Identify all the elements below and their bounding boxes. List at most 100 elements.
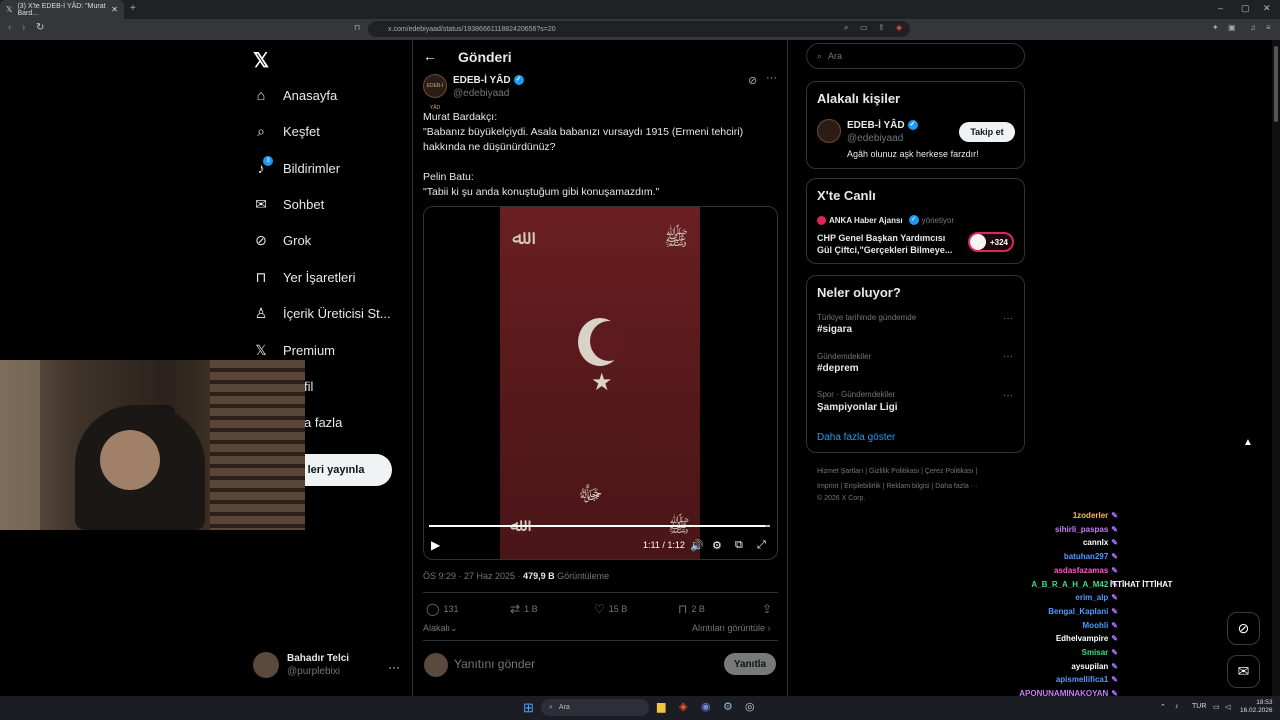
nav-label: Yer İşaretleri xyxy=(283,269,356,285)
chat-username: aysupilan xyxy=(1071,661,1109,671)
grok-explain-icon[interactable]: ⊘ xyxy=(748,74,757,87)
nav-bookmarks[interactable]: ⊓ Yer İşaretleri xyxy=(253,265,356,289)
more-options-icon[interactable]: ··· xyxy=(766,72,777,84)
crescent-shadow xyxy=(590,321,628,361)
forward-icon[interactable]: › xyxy=(22,22,25,33)
scrollbar-thumb[interactable] xyxy=(1274,46,1278,122)
trend-more-icon[interactable]: ··· xyxy=(1003,390,1013,401)
trend-item[interactable]: #deprem xyxy=(817,363,859,374)
grok-fab[interactable]: ⊘ xyxy=(1227,612,1260,645)
author-name[interactable]: EDEB-İ YÂD ✓ xyxy=(453,75,524,86)
brave-shield-icon[interactable]: ◈ xyxy=(896,23,902,32)
show-more-link[interactable]: Daha fazla göster xyxy=(817,432,895,443)
account-switcher[interactable]: Bahadır Telci @purplebixi xyxy=(253,652,349,678)
trend-more-icon[interactable]: ··· xyxy=(1003,351,1013,362)
taskbar-clock[interactable]: 18:53 16.02.2026 xyxy=(1240,699,1273,715)
nav-grok[interactable]: ⊘ Grok xyxy=(253,228,311,252)
discord-icon[interactable]: ◉ xyxy=(701,700,711,713)
steam-icon[interactable]: ⚙ xyxy=(723,700,733,713)
tray-chevron-icon[interactable]: ⌃ xyxy=(1160,703,1166,711)
tab-close-icon[interactable]: ✕ xyxy=(111,5,118,14)
nav-chat[interactable]: ✉ Sohbet xyxy=(253,192,324,216)
author-handle[interactable]: @edebiyaad xyxy=(453,88,509,99)
volume-icon[interactable]: 🔊 xyxy=(690,539,704,552)
mail-icon: ✉ xyxy=(255,195,267,212)
chat-message: asdasfazamas ✎ xyxy=(1000,566,1118,575)
mic-icon[interactable]: ♪ xyxy=(1175,703,1179,710)
live-headline[interactable]: CHP Genel Başkan Yardımcısı Gül Çiftci,"… xyxy=(817,232,962,256)
repost-action[interactable]: ⇄ 1 B xyxy=(510,602,538,616)
footer-links[interactable]: Hizmet Şartları | Gizlilik Politikası | … xyxy=(817,464,1025,479)
close-window-button[interactable]: ✕ xyxy=(1263,3,1271,14)
messages-fab[interactable]: ✉ xyxy=(1227,655,1260,688)
chat-badge-icon: ✎ xyxy=(1111,552,1118,562)
trend-more-icon[interactable]: ··· xyxy=(1003,313,1013,324)
calligraphy-mark: ﷺ xyxy=(668,516,690,537)
windows-start-icon[interactable]: ⊞ xyxy=(523,700,534,716)
pip-icon[interactable]: ⧉ xyxy=(735,539,743,552)
minimize-button[interactable]: – xyxy=(1218,3,1223,13)
share-icon[interactable]: ⇪ xyxy=(878,23,885,32)
trend-item[interactable]: Şampiyonlar Ligi xyxy=(817,402,898,413)
view-quotes-link[interactable]: Alıntıları görüntüle › xyxy=(692,623,771,633)
trend-item[interactable]: #sigara xyxy=(817,324,852,335)
nav-premium[interactable]: 𝕏 Premium xyxy=(253,338,335,362)
brave-icon[interactable]: ◈ xyxy=(679,700,687,713)
play-icon[interactable]: ▶ xyxy=(431,538,440,552)
reply-action[interactable]: ◯ 131 xyxy=(426,602,458,616)
reply-input[interactable] xyxy=(454,657,704,671)
repost-count: 1 B xyxy=(524,604,538,614)
bookmark-action[interactable]: ⊓ 2 B xyxy=(678,602,705,616)
like-action[interactable]: ♡ 15 B xyxy=(594,602,627,616)
url-field[interactable]: x.com/edebiyaad/status/19386661118824206… xyxy=(368,21,910,37)
bookmark-page-icon[interactable]: ⊓ xyxy=(354,23,360,32)
chat-username: A_B_R_A_H_A_M42 xyxy=(1031,579,1109,589)
x-logo[interactable]: 𝕏 xyxy=(253,48,269,73)
live-source[interactable]: ANKA Haber Ajansı ✓ yönetiyor xyxy=(817,215,954,225)
chat-message: sihirli_paspas ✎ xyxy=(1000,525,1118,534)
volume-icon[interactable]: ◁ xyxy=(1225,703,1230,711)
file-explorer-icon[interactable]: ▆ xyxy=(657,700,665,713)
cast-icon[interactable]: ▭ xyxy=(860,23,868,32)
chat-username: sihirli_paspas xyxy=(1054,524,1109,534)
follow-button[interactable]: Takip et xyxy=(959,122,1015,142)
nav-creator-studio[interactable]: ♙ İçerik Üreticisi St... xyxy=(253,301,391,325)
account-more-icon[interactable]: ··· xyxy=(388,660,400,674)
nav-home[interactable]: ⌂ Anasayfa xyxy=(253,83,337,107)
new-tab-button[interactable]: + xyxy=(130,3,136,14)
related-handle[interactable]: @edebiyaad xyxy=(847,133,903,144)
back-arrow-icon[interactable]: ← xyxy=(423,48,437,64)
extensions-icon[interactable]: ✦ xyxy=(1212,23,1219,32)
settings-icon[interactable]: ⚙ xyxy=(712,539,722,552)
author-avatar[interactable]: EDEB-İ YÂD xyxy=(423,74,447,111)
reply-icon: ◯ xyxy=(426,602,440,616)
sidebar-icon[interactable]: ▣ xyxy=(1228,23,1236,32)
share-action[interactable]: ⇪ xyxy=(762,602,772,616)
chat-message: apismellifica1 ✎ xyxy=(1000,675,1118,684)
scrollbar[interactable] xyxy=(1272,40,1280,696)
taskbar-search-label: Ara xyxy=(558,704,570,711)
maximize-button[interactable]: ▢ xyxy=(1241,3,1250,14)
back-icon[interactable]: ‹ xyxy=(8,22,11,33)
view-count: 479,9 B xyxy=(523,571,555,581)
browser-tab[interactable]: 𝕏 (3) X'te EDEB-İ YÂD: "Murat Bard... ✕ xyxy=(0,0,124,19)
zoom-icon[interactable]: ⌕ xyxy=(844,23,848,33)
card-title: X'te Canlı xyxy=(817,188,876,203)
reply-button[interactable]: Yanıtla xyxy=(724,653,776,675)
obs-icon[interactable]: ◎ xyxy=(745,700,755,713)
language-indicator[interactable]: TUR xyxy=(1192,703,1206,710)
avatar[interactable] xyxy=(817,119,841,143)
chat-badge-icon: ✎ xyxy=(1111,524,1118,534)
taskbar-search[interactable]: ⌕ Ara xyxy=(541,699,649,716)
menu-icon[interactable]: ≡ xyxy=(1266,23,1271,32)
reload-icon[interactable]: ↻ xyxy=(36,22,44,33)
fullscreen-icon[interactable]: ⤢ xyxy=(757,539,766,552)
video-progress-track[interactable] xyxy=(429,525,770,527)
nav-explore[interactable]: ⌕ Keşfet xyxy=(253,119,320,143)
related-name[interactable]: EDEB-İ YÂD ✓ xyxy=(847,120,918,131)
search-input[interactable]: ⌕ Ara xyxy=(806,43,1025,69)
reply-sort-dropdown[interactable]: Alakalı⌄ xyxy=(423,623,458,634)
chat-username: 1zoderler xyxy=(1072,511,1109,520)
media-icon[interactable]: ♫ xyxy=(1250,23,1256,32)
network-icon[interactable]: ▭ xyxy=(1213,703,1220,711)
